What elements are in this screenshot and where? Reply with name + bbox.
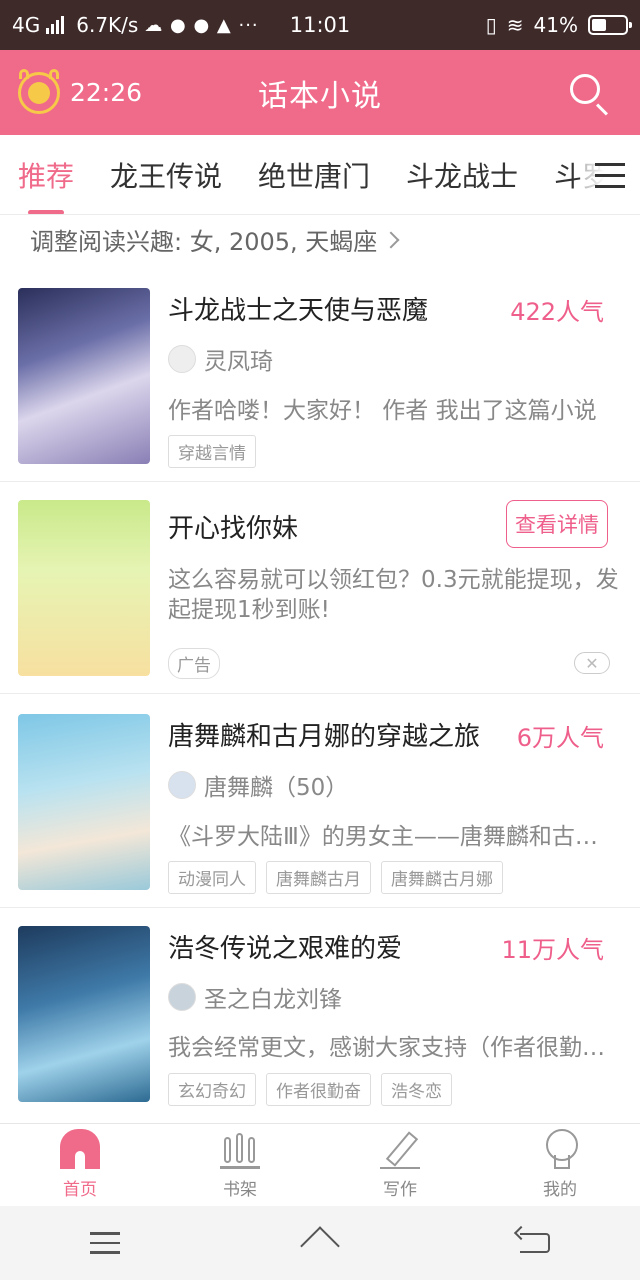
app-header: 22:26 话本小说 bbox=[0, 50, 640, 135]
tab-recommend[interactable]: 推荐 bbox=[0, 135, 92, 214]
book-tag[interactable]: 作者很勤奋 bbox=[266, 1073, 371, 1106]
network-speed: 6.7K/s bbox=[76, 13, 139, 37]
system-nav-bar bbox=[0, 1206, 640, 1280]
nav-home[interactable]: 首页 bbox=[0, 1124, 160, 1206]
status-bar: 4G 6.7K/s ☁ ● ● ▲ ··· 11:01 ▯ ≋ 41% bbox=[0, 0, 640, 50]
book-title: 斗龙战士之天使与恶魔 bbox=[168, 296, 429, 326]
coin-alarm-icon[interactable] bbox=[18, 68, 60, 114]
author-name: 圣之白龙刘锋 bbox=[204, 987, 342, 1013]
book-author: 灵凤琦 bbox=[168, 342, 273, 376]
book-cover bbox=[18, 714, 150, 890]
reading-interest-link[interactable]: 调整阅读兴趣: 女, 2005, 天蝎座 bbox=[30, 222, 400, 257]
clock: 11:01 bbox=[289, 13, 351, 37]
home-button-icon[interactable] bbox=[300, 1230, 340, 1256]
profile-icon bbox=[540, 1129, 580, 1169]
book-tags: 玄幻奇幻 作者很勤奋 浩冬恋 bbox=[168, 1073, 452, 1106]
search-icon[interactable] bbox=[570, 74, 600, 104]
network-label: 4G bbox=[12, 13, 41, 37]
book-popularity: 6万人气 bbox=[516, 724, 604, 752]
bookshelf-icon bbox=[220, 1129, 260, 1169]
category-tabs: 推荐 龙王传说 绝世唐门 斗龙战士 斗罗 bbox=[0, 135, 640, 215]
tab-doulong[interactable]: 斗龙战士 bbox=[388, 135, 536, 214]
nav-write[interactable]: 写作 bbox=[320, 1124, 480, 1206]
book-tag[interactable]: 唐舞麟古月 bbox=[266, 861, 371, 894]
nav-profile[interactable]: 我的 bbox=[480, 1124, 640, 1206]
book-tag[interactable]: 穿越言情 bbox=[168, 435, 256, 468]
author-avatar bbox=[168, 345, 196, 373]
pencil-icon bbox=[380, 1129, 420, 1169]
book-description: 作者哈喽！大家好！ 作者 我出了这篇小说 bbox=[168, 398, 597, 424]
reading-interest-text: 调整阅读兴趣: 女, 2005, 天蝎座 bbox=[30, 228, 378, 256]
book-tags: 动漫同人 唐舞麟古月 唐舞麟古月娜 bbox=[168, 861, 503, 894]
book-card[interactable]: 浩冬传说之艰难的爱 11万人气 圣之白龙刘锋 我会经常更文，感谢大家支持（作者很… bbox=[0, 908, 640, 1122]
bottom-nav: 首页 书架 写作 我的 bbox=[0, 1123, 640, 1206]
reward-timer: 22:26 bbox=[70, 78, 143, 107]
author-avatar bbox=[168, 983, 196, 1011]
notification-icons: ☁ ● ● ▲ ··· bbox=[144, 14, 259, 36]
book-tags: 穿越言情 bbox=[168, 435, 256, 468]
signal-icon bbox=[46, 16, 65, 34]
book-card[interactable]: 唐舞麟和古月娜的穿越之旅 6万人气 唐舞麟（50） 《斗罗大陆Ⅲ》的男女主——唐… bbox=[0, 694, 640, 908]
book-tag[interactable]: 浩冬恋 bbox=[381, 1073, 452, 1106]
wifi-icon: ≋ bbox=[506, 13, 524, 37]
book-tag[interactable]: 唐舞麟古月娜 bbox=[381, 861, 503, 894]
nav-profile-label: 我的 bbox=[543, 1180, 577, 1200]
tab-menu-icon[interactable] bbox=[580, 135, 640, 214]
ad-close-icon[interactable]: ✕ bbox=[574, 652, 610, 674]
book-popularity: 11万人气 bbox=[501, 936, 604, 964]
ad-label: 广告 bbox=[168, 648, 220, 679]
nav-bookshelf-label: 书架 bbox=[223, 1180, 257, 1200]
tab-jueshi[interactable]: 绝世唐门 bbox=[240, 135, 388, 214]
nav-write-label: 写作 bbox=[383, 1180, 417, 1200]
author-name: 灵凤琦 bbox=[204, 349, 273, 375]
book-author: 圣之白龙刘锋 bbox=[168, 980, 342, 1014]
home-icon bbox=[60, 1129, 100, 1169]
menu-icon[interactable] bbox=[90, 1232, 120, 1254]
ad-description: 这么容易就可以领红包？0.3元就能提现，发起提现1秒到账! bbox=[168, 567, 619, 623]
ad-title: 开心找你妹 bbox=[168, 514, 299, 544]
ad-card[interactable]: 开心找你妹 查看详情 这么容易就可以领红包？0.3元就能提现，发起提现1秒到账!… bbox=[0, 482, 640, 694]
back-icon[interactable] bbox=[520, 1233, 550, 1253]
tab-longwang[interactable]: 龙王传说 bbox=[92, 135, 240, 214]
book-cover bbox=[18, 288, 150, 464]
book-tag[interactable]: 动漫同人 bbox=[168, 861, 256, 894]
book-description: 我会经常更文，感谢大家支持（作者很勤奋） bbox=[168, 1035, 610, 1061]
ad-image bbox=[18, 500, 150, 676]
book-description: 《斗罗大陆Ⅲ》的男女主——唐舞麟和古月娜 bbox=[168, 824, 610, 850]
nav-home-label: 首页 bbox=[63, 1180, 97, 1200]
book-title: 唐舞麟和古月娜的穿越之旅 bbox=[168, 722, 481, 752]
book-author: 唐舞麟（50） bbox=[168, 768, 348, 802]
book-card[interactable]: 斗龙战士之天使与恶魔 422人气 灵凤琦 作者哈喽！大家好！ 作者 我出了这篇小… bbox=[0, 268, 640, 482]
book-cover bbox=[18, 926, 150, 1102]
nav-bookshelf[interactable]: 书架 bbox=[160, 1124, 320, 1206]
book-popularity: 422人气 bbox=[510, 298, 604, 326]
author-avatar bbox=[168, 771, 196, 799]
battery-percent: 41% bbox=[533, 13, 578, 37]
vibrate-icon: ▯ bbox=[485, 13, 497, 37]
author-name: 唐舞麟（50） bbox=[204, 775, 349, 801]
chevron-right-icon bbox=[382, 231, 400, 248]
battery-icon bbox=[588, 15, 632, 35]
book-tag[interactable]: 玄幻奇幻 bbox=[168, 1073, 256, 1106]
ad-details-button[interactable]: 查看详情 bbox=[506, 500, 608, 548]
book-title: 浩冬传说之艰难的爱 bbox=[168, 934, 403, 964]
app-title: 话本小说 bbox=[258, 78, 382, 114]
